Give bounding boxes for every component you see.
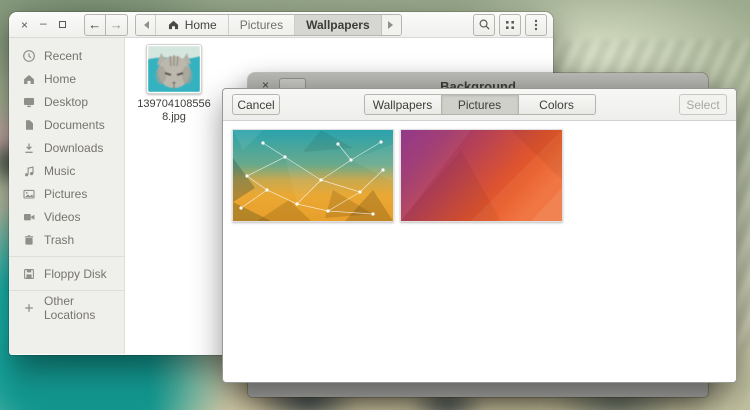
search-icon [478, 18, 491, 31]
downloads-icon [22, 141, 36, 155]
wallpaper-chooser-dialog: Cancel Wallpapers Pictures Colors Select [222, 88, 737, 383]
sidebar-item-other-locations[interactable]: Other Locations [9, 296, 124, 319]
tab-label: Pictures [458, 98, 501, 112]
menu-button[interactable] [525, 14, 547, 36]
sidebar-label: Music [44, 164, 75, 178]
screen: × – ← → Home Pictures [0, 0, 750, 410]
maximize-button[interactable] [59, 21, 66, 28]
window-controls: × – [21, 19, 66, 31]
breadcrumb-home[interactable]: Home [156, 15, 229, 35]
sidebar-item-music[interactable]: Music [9, 159, 124, 182]
videos-icon [22, 210, 36, 224]
chevron-right-icon [388, 21, 397, 29]
file-item-cat-jpg[interactable]: 139704108556 8.jpg [130, 44, 218, 124]
grid-view-icon [504, 19, 516, 31]
sidebar-item-home[interactable]: Home [9, 67, 124, 90]
places-sidebar: Recent Home Desktop Documents Downloads [9, 38, 125, 354]
sidebar-label: Documents [44, 118, 105, 132]
sidebar-label: Floppy Disk [44, 267, 107, 281]
sidebar-label: Downloads [44, 141, 103, 155]
breadcrumb: Home Pictures Wallpapers [135, 14, 402, 36]
breadcrumb-scroll-right[interactable] [382, 15, 401, 35]
plus-icon [22, 301, 36, 315]
source-tabs: Wallpapers Pictures Colors [364, 94, 596, 115]
sidebar-separator [9, 290, 124, 291]
trash-icon [22, 233, 36, 247]
breadcrumb-wallpapers[interactable]: Wallpapers [295, 15, 382, 35]
sidebar-item-documents[interactable]: Documents [9, 113, 124, 136]
sidebar-label: Recent [44, 49, 82, 63]
cat-photo-thumbnail [148, 46, 200, 92]
search-button[interactable] [473, 14, 495, 36]
sidebar-item-recent[interactable]: Recent [9, 44, 124, 67]
home-icon [167, 18, 180, 31]
back-icon: ← [88, 17, 101, 32]
music-icon [22, 164, 36, 178]
sidebar-label: Trash [44, 233, 74, 247]
recent-icon [22, 49, 36, 63]
cancel-label: Cancel [237, 98, 274, 112]
desktop-icon [22, 95, 36, 109]
sidebar-label: Videos [44, 210, 80, 224]
ubuntu-gradient-wallpaper [401, 130, 562, 221]
history-nav: ← → [84, 14, 128, 36]
pictures-icon [22, 187, 36, 201]
breadcrumb-label: Pictures [240, 18, 283, 32]
back-button[interactable]: ← [84, 14, 106, 36]
forward-button[interactable]: → [106, 14, 128, 36]
file-manager-titlebar[interactable]: × – ← → Home Pictures [9, 12, 553, 38]
breadcrumb-label: Wallpapers [306, 18, 370, 32]
cancel-button[interactable]: Cancel [232, 94, 280, 115]
home-icon [22, 72, 36, 86]
floppy-icon [22, 267, 36, 281]
file-thumbnail [146, 44, 202, 94]
select-button[interactable]: Select [679, 94, 727, 115]
sidebar-item-pictures[interactable]: Pictures [9, 182, 124, 205]
select-label: Select [686, 98, 719, 112]
sidebar-label: Home [44, 72, 76, 86]
minimize-button[interactable]: – [40, 17, 47, 29]
sidebar-item-floppy-disk[interactable]: Floppy Disk [9, 262, 124, 285]
view-grid-button[interactable] [499, 14, 521, 36]
breadcrumb-pictures[interactable]: Pictures [229, 15, 295, 35]
tab-colors[interactable]: Colors [518, 94, 596, 115]
sidebar-separator [9, 256, 124, 257]
polygon-network-wallpaper [233, 130, 393, 221]
forward-icon: → [110, 17, 123, 32]
sidebar-item-videos[interactable]: Videos [9, 205, 124, 228]
chooser-header[interactable]: Cancel Wallpapers Pictures Colors Select [223, 89, 736, 121]
sidebar-label: Other Locations [44, 294, 124, 322]
header-toolbar [473, 14, 547, 36]
sidebar-item-downloads[interactable]: Downloads [9, 136, 124, 159]
chevron-left-icon [140, 21, 149, 29]
menu-kebab-icon [530, 18, 542, 32]
tab-label: Wallpapers [373, 98, 433, 112]
wallpaper-option-ubuntu-gradient[interactable] [400, 129, 563, 222]
sidebar-label: Desktop [44, 95, 88, 109]
sidebar-label: Pictures [44, 187, 87, 201]
file-name: 139704108556 8.jpg [137, 98, 210, 124]
breadcrumb-label: Home [185, 18, 217, 32]
sidebar-item-desktop[interactable]: Desktop [9, 90, 124, 113]
wallpaper-option-polygon-network[interactable] [232, 129, 394, 222]
documents-icon [22, 118, 36, 132]
close-button[interactable]: × [21, 19, 28, 31]
sidebar-item-trash[interactable]: Trash [9, 228, 124, 251]
chooser-body [223, 121, 736, 382]
tab-pictures[interactable]: Pictures [441, 94, 519, 115]
tab-wallpapers[interactable]: Wallpapers [364, 94, 442, 115]
tab-label: Colors [539, 98, 574, 112]
breadcrumb-scroll-left[interactable] [136, 15, 156, 35]
